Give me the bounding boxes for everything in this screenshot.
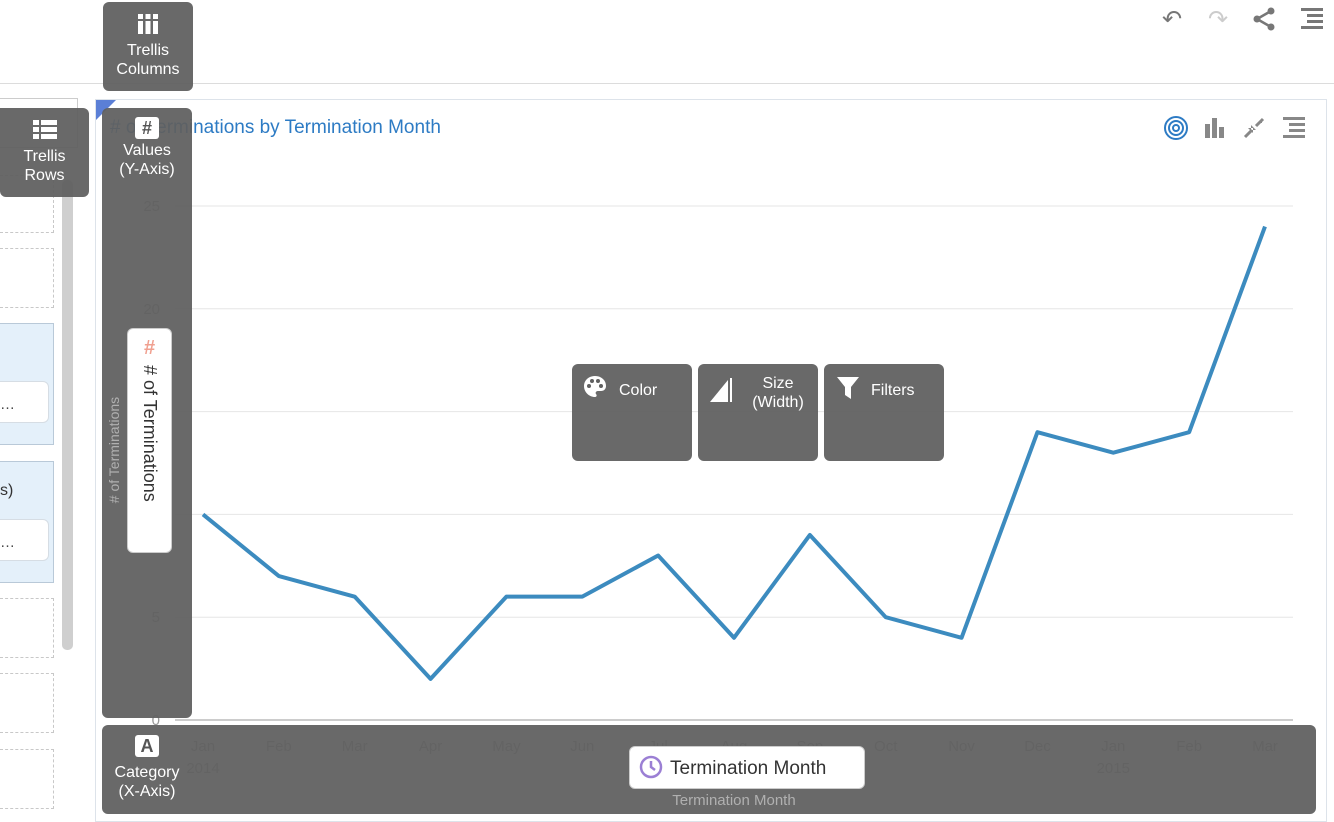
values-field-label: # of Terminations (140, 365, 160, 502)
size-label: Size (Width) (752, 375, 804, 411)
palette-icon (582, 374, 608, 405)
filters-label: Filters (871, 382, 915, 399)
trellis-rows-zone[interactable]: Trellis Rows (0, 108, 89, 197)
category-label: Category (X-Axis) (114, 764, 180, 800)
category-field-pill[interactable]: Termination Month (629, 746, 865, 789)
clock-icon (639, 755, 663, 784)
measure-icon: # (143, 337, 156, 359)
category-field-label: Termination Month (670, 758, 827, 779)
trellis-columns-icon (103, 12, 193, 41)
filters-zone[interactable]: Filters (824, 364, 944, 461)
hash-icon: # (135, 117, 159, 139)
color-label: Color (619, 382, 658, 399)
trellis-columns-label: Trellis Columns (116, 42, 180, 78)
values-field-pill[interactable]: # # of Terminations (127, 328, 172, 553)
trellis-rows-label: Trellis Rows (23, 148, 66, 184)
trellis-columns-zone[interactable]: Trellis Columns (103, 2, 193, 91)
text-type-icon: A (135, 735, 159, 757)
color-zone[interactable]: Color (572, 364, 692, 461)
trellis-rows-icon (0, 118, 89, 147)
size-icon (708, 376, 734, 409)
values-label: Values (Y-Axis) (119, 142, 175, 178)
filter-icon (836, 375, 860, 406)
size-zone[interactable]: Size (Width) (698, 364, 818, 461)
